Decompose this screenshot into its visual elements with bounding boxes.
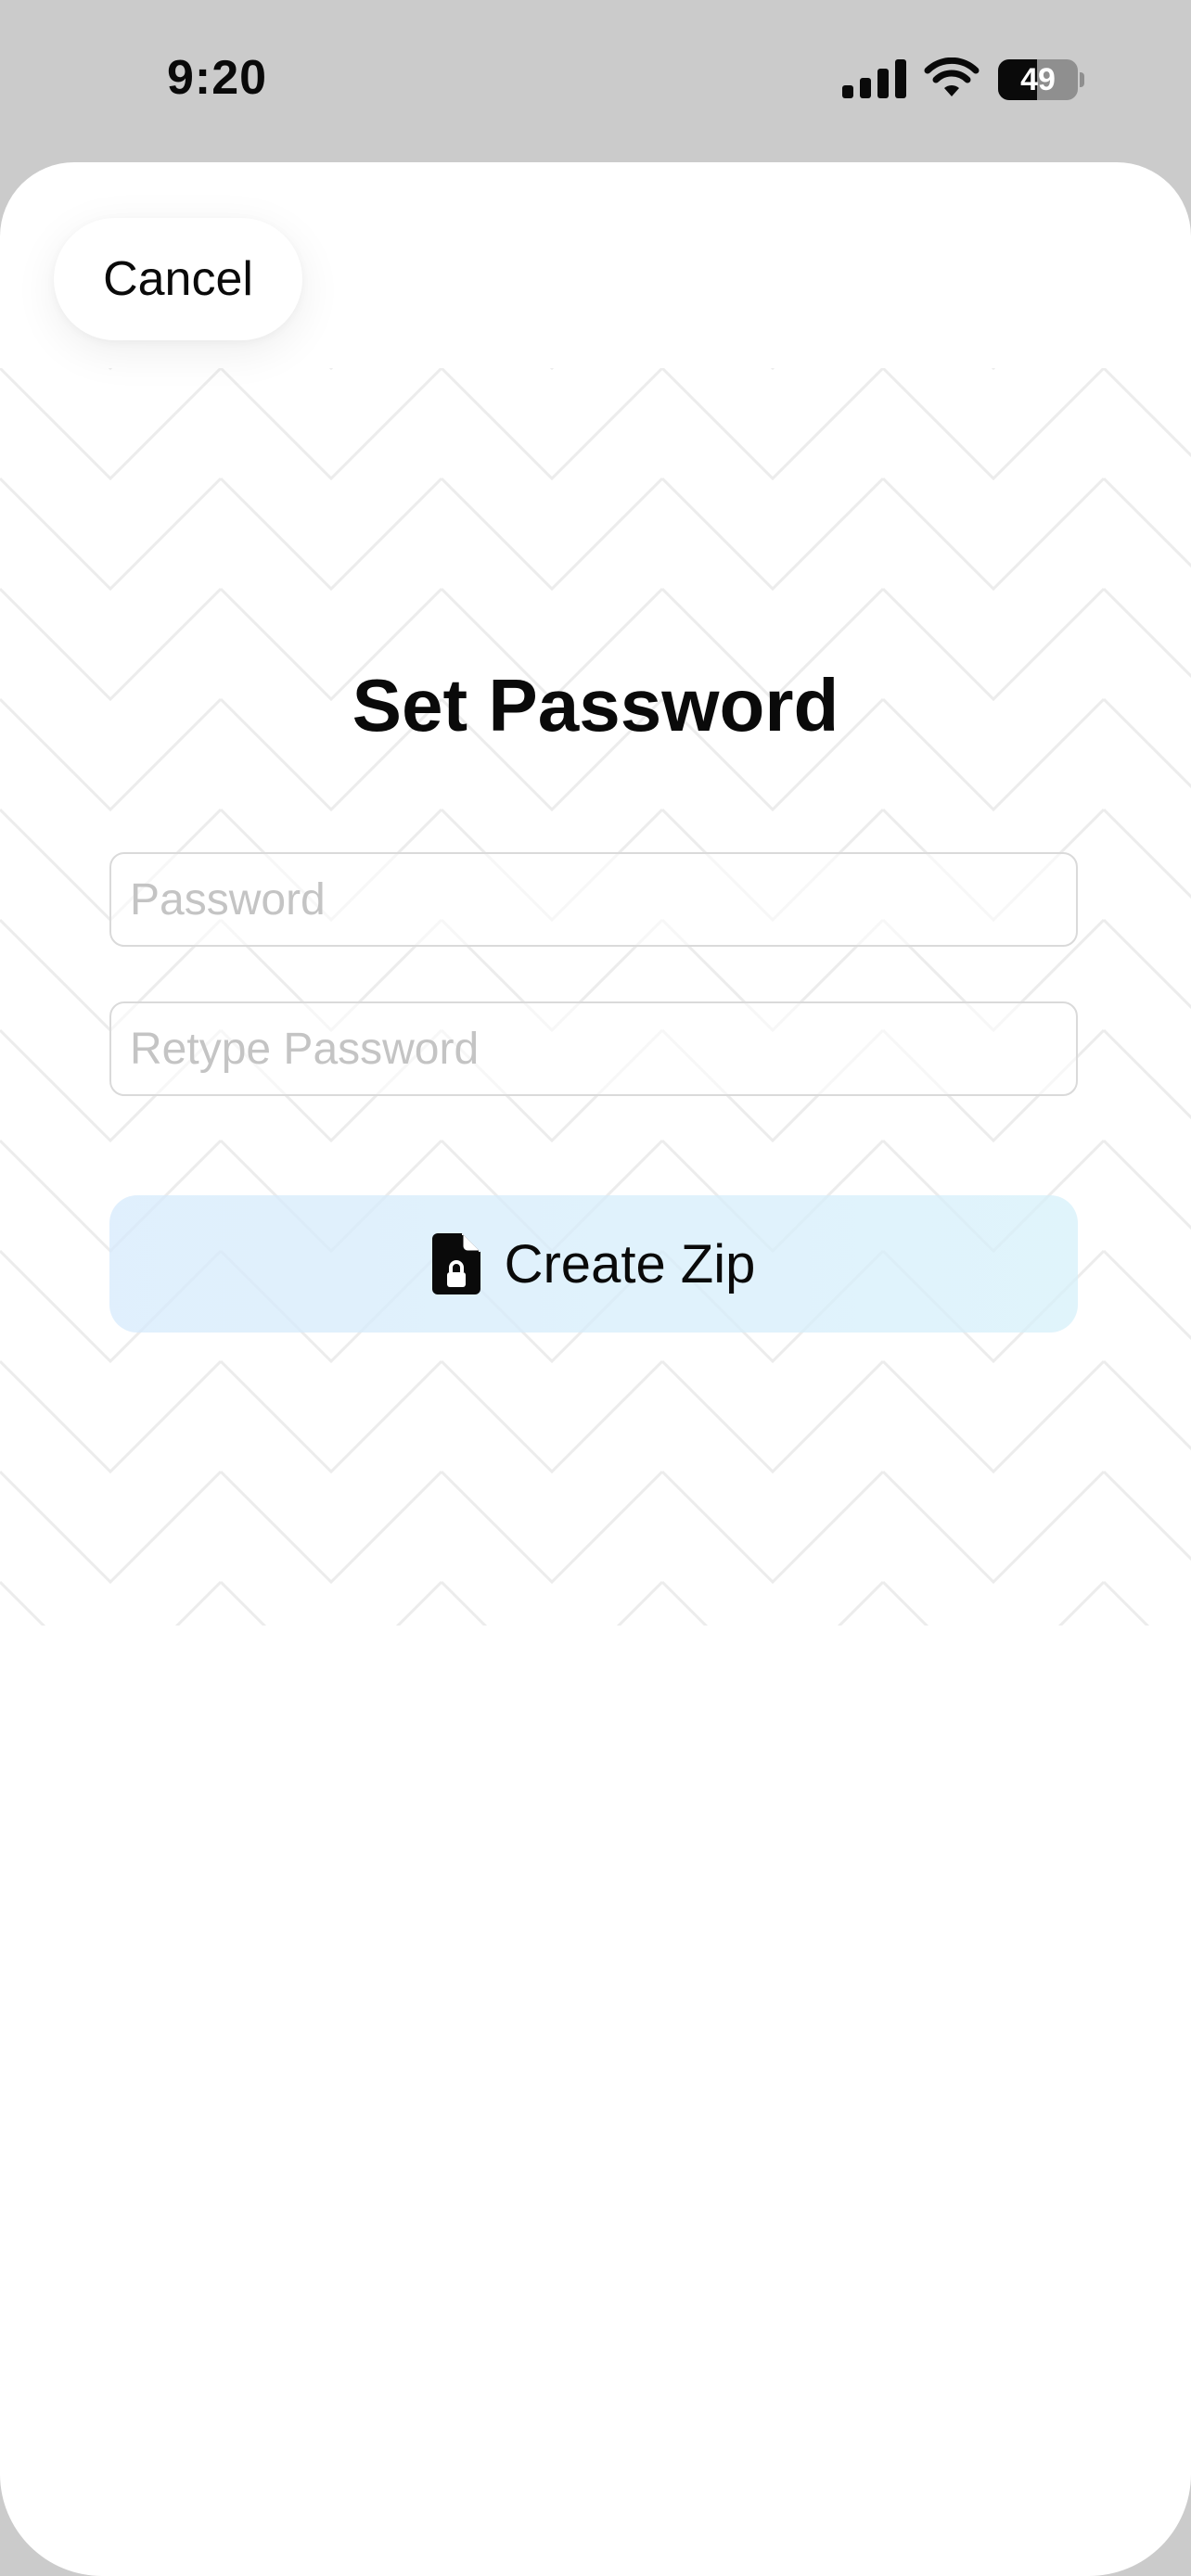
battery-level: 49 xyxy=(1020,62,1056,97)
set-password-sheet: Cancel Set Password Create Zip xyxy=(0,162,1191,2576)
battery-icon: 49 xyxy=(998,59,1084,100)
wifi-icon xyxy=(924,57,980,96)
password-input[interactable] xyxy=(109,852,1078,947)
create-zip-label: Create Zip xyxy=(504,1233,756,1294)
cancel-button[interactable]: Cancel xyxy=(54,218,302,340)
page-title: Set Password xyxy=(352,664,839,746)
status-bar: 9:20 49 xyxy=(0,0,1191,162)
zigzag-background-pattern xyxy=(0,368,1191,1626)
lock-file-icon xyxy=(431,1233,480,1294)
status-time: 9:20 xyxy=(167,51,268,105)
create-zip-button[interactable]: Create Zip xyxy=(109,1195,1078,1333)
retype-password-input[interactable] xyxy=(109,1001,1078,1096)
cellular-signal-icon xyxy=(842,59,906,98)
